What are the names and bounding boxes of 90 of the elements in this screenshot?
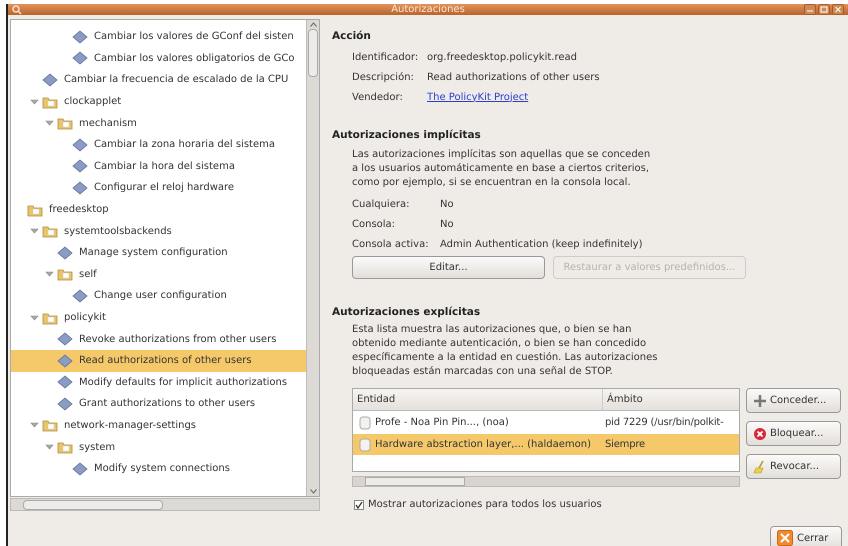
table-cell-text: Profe - Noa Pin Pin..., (noa) <box>375 416 509 430</box>
close-icon[interactable] <box>832 4 844 15</box>
tree-item[interactable]: Revoke authorizations from other users <box>11 328 306 350</box>
diamond-icon <box>72 462 88 476</box>
diamond-icon <box>72 180 88 195</box>
diamond-icon <box>72 138 88 152</box>
tree-item[interactable]: Modify system connections <box>11 458 306 480</box>
scrollbar-thumb[interactable] <box>365 477 465 486</box>
window-title: Autorizaciones <box>391 4 465 14</box>
horizontal-scrollbar[interactable] <box>10 498 320 511</box>
tree-item[interactable]: Grant authorizations to other users <box>11 393 306 415</box>
diamond-icon <box>57 246 73 260</box>
grant-button[interactable]: Conceder... <box>746 388 841 414</box>
revoke-button[interactable]: Revocar... <box>746 454 841 480</box>
folder-icon <box>57 116 73 130</box>
folder-icon <box>42 418 58 432</box>
field-label: Descripción: <box>352 70 415 85</box>
diamond-icon <box>57 396 73 411</box>
diamond-icon <box>57 354 73 368</box>
diamond-icon <box>72 288 88 303</box>
maximize-icon[interactable] <box>818 4 830 15</box>
field-label: Vendedor: <box>352 90 404 105</box>
horizontal-scrollbar[interactable] <box>352 476 740 488</box>
block-button[interactable]: Bloquear... <box>746 421 841 446</box>
scrollbar-thumb[interactable] <box>308 29 318 77</box>
tree-item[interactable]: Cambiar la zona horaria del sistema <box>11 134 306 156</box>
diamond-icon <box>72 159 88 174</box>
field-value: Read authorizations of other users <box>427 70 601 85</box>
close-icon <box>777 530 793 546</box>
tree-item[interactable]: Read authorizations of other users <box>11 350 306 372</box>
section-heading: Autorizaciones implícitas <box>332 128 482 143</box>
field-label: Consola activa: <box>352 238 430 252</box>
field-value: org.freedesktop.policykit.read <box>427 50 578 65</box>
diamond-icon <box>57 332 73 346</box>
vendor-link[interactable]: The PolicyKit Project <box>427 90 528 105</box>
folder-icon <box>27 202 43 217</box>
field-label: Identificador: <box>352 50 420 65</box>
checkbox[interactable] <box>354 500 364 510</box>
tree-item[interactable]: Cambiar la hora del sistema <box>11 156 306 178</box>
stop-icon <box>753 426 767 441</box>
diamond-icon <box>72 51 88 66</box>
scroll-down-icon[interactable] <box>310 489 316 494</box>
field-value: No <box>440 218 455 232</box>
folder-icon <box>42 310 58 325</box>
folder-icon <box>42 224 58 238</box>
column-header[interactable]: Ámbito <box>603 389 739 410</box>
table-cell-text: Hardware abstraction layer,... (haldaemon) <box>375 438 591 452</box>
checkbox-label: Mostrar autorizaciones para todos los usuarios <box>368 498 602 512</box>
diamond-icon <box>72 30 88 44</box>
tree-item[interactable]: Configurar el reloj hardware <box>11 177 306 199</box>
section-description: Esta lista muestra las autorizaciones que, o bien se han obtenido mediante autenticación, o bien se han concedido específicamente a la entidad en cuestión. Las autorizaciones bloqueadas están marcadas con una señal de STOP. <box>351 323 658 380</box>
tree-item[interactable]: Change user configuration <box>11 285 306 307</box>
plus-icon <box>753 394 767 408</box>
tree-item[interactable]: policykit <box>11 306 306 328</box>
table-row[interactable]: Profe - Noa Pin Pin..., (noa) pid 7229 (/usr/bin/polkit- <box>353 412 739 434</box>
tree-item[interactable]: Cambiar los valores obligatorios de GCo <box>11 48 306 70</box>
edit-button[interactable]: Editar... <box>352 256 545 278</box>
tree-item[interactable]: freedesktop <box>11 198 306 220</box>
tree-item[interactable]: clockapplet <box>11 90 306 112</box>
tree-item[interactable]: mechanism <box>11 112 306 134</box>
check-icon <box>355 500 363 509</box>
tree-item[interactable]: system <box>11 436 306 458</box>
minimize-icon[interactable] <box>804 4 816 15</box>
table-cell-text: Siempre <box>604 438 646 452</box>
section-heading: Acción <box>332 29 372 44</box>
close-button[interactable]: Cerrar <box>770 526 842 546</box>
tree-item[interactable]: Manage system configuration <box>11 242 306 264</box>
diamond-icon <box>42 72 58 87</box>
diamond-icon <box>57 375 73 390</box>
column-header[interactable]: Entidad <box>353 389 603 410</box>
tree-item[interactable]: self <box>11 264 306 286</box>
field-label: Cualquiera: <box>352 198 410 212</box>
section-heading: Autorizaciones explícitas <box>332 304 482 320</box>
tree-item[interactable]: Cambiar la frecuencia de escalado de la CPU <box>11 69 306 91</box>
folder-icon <box>57 440 73 454</box>
table-cell-text: pid 7229 (/usr/bin/polkit- <box>604 416 725 430</box>
tree-item[interactable]: Cambiar los valores de GConf del sisten <box>11 26 306 48</box>
folder-icon <box>42 94 58 109</box>
vertical-scrollbar[interactable] <box>306 20 319 496</box>
folder-icon <box>57 267 73 282</box>
tree-item[interactable]: systemtoolsbackends <box>11 220 306 242</box>
scrollbar-thumb[interactable] <box>23 500 163 510</box>
tree-item[interactable]: network-manager-settings <box>11 414 306 436</box>
field-value: No <box>440 198 455 212</box>
section-description: Las autorizaciones implícitas son aquellas que se conceden a los usuarios automáticamente en base a ciertos criterios, como por ejemplo, si se encuentran en la consola local. <box>351 148 652 190</box>
field-value: Admin Authentication (keep indefinitely) <box>440 238 644 252</box>
scroll-up-icon[interactable] <box>310 22 316 27</box>
tree-item[interactable]: Modify defaults for implicit authorizations <box>11 372 306 394</box>
table-row[interactable]: Hardware abstraction layer,... (haldaemon) Siempre <box>353 434 739 456</box>
field-label: Consola: <box>352 218 396 232</box>
